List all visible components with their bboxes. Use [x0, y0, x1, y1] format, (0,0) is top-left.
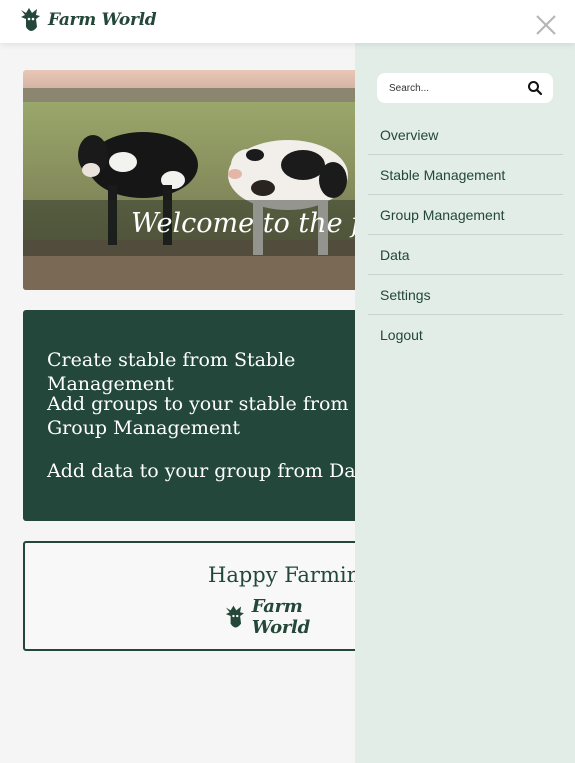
nav-item-logout[interactable]: Logout: [368, 315, 563, 355]
nav-item-stable-management[interactable]: Stable Management: [368, 155, 563, 195]
search-icon[interactable]: [527, 80, 543, 96]
cow-head-icon: [225, 605, 244, 628]
nav-item-overview[interactable]: Overview: [368, 115, 563, 155]
search-box: [377, 73, 553, 103]
hero-title: Welcome to the farm: [131, 208, 363, 239]
cow-head-icon: [21, 8, 40, 31]
farewell-brand-name: Farm World: [251, 596, 310, 638]
brand-logo[interactable]: Farm World: [18, 5, 157, 35]
nav-item-data[interactable]: Data: [368, 235, 563, 275]
close-icon[interactable]: [533, 12, 559, 38]
farewell-card: Happy Farming! Farm World: [23, 541, 363, 651]
search-input[interactable]: [389, 73, 519, 103]
nav-menu: Overview Stable Management Group Managem…: [368, 115, 563, 355]
instruction-data: Add data to your group from Data: [47, 460, 363, 482]
nav-item-settings[interactable]: Settings: [368, 275, 563, 315]
instruction-stable: Create stable from Stable Management: [47, 349, 296, 395]
farewell-greeting: Happy Farming!: [208, 563, 361, 587]
brand-name: Farm World: [48, 10, 157, 30]
hero-banner: Welcome to the farm: [23, 70, 363, 290]
nav-drawer: Overview Stable Management Group Managem…: [355, 43, 575, 763]
hero-image: [23, 70, 363, 290]
top-bar: Farm World: [0, 0, 575, 43]
instructions-card: Create stable from Stable Management Add…: [23, 310, 363, 521]
nav-item-group-management[interactable]: Group Management: [368, 195, 563, 235]
farewell-brand: Farm World: [223, 596, 361, 638]
instruction-groups: Add groups to your stable from Group Man…: [47, 393, 349, 439]
